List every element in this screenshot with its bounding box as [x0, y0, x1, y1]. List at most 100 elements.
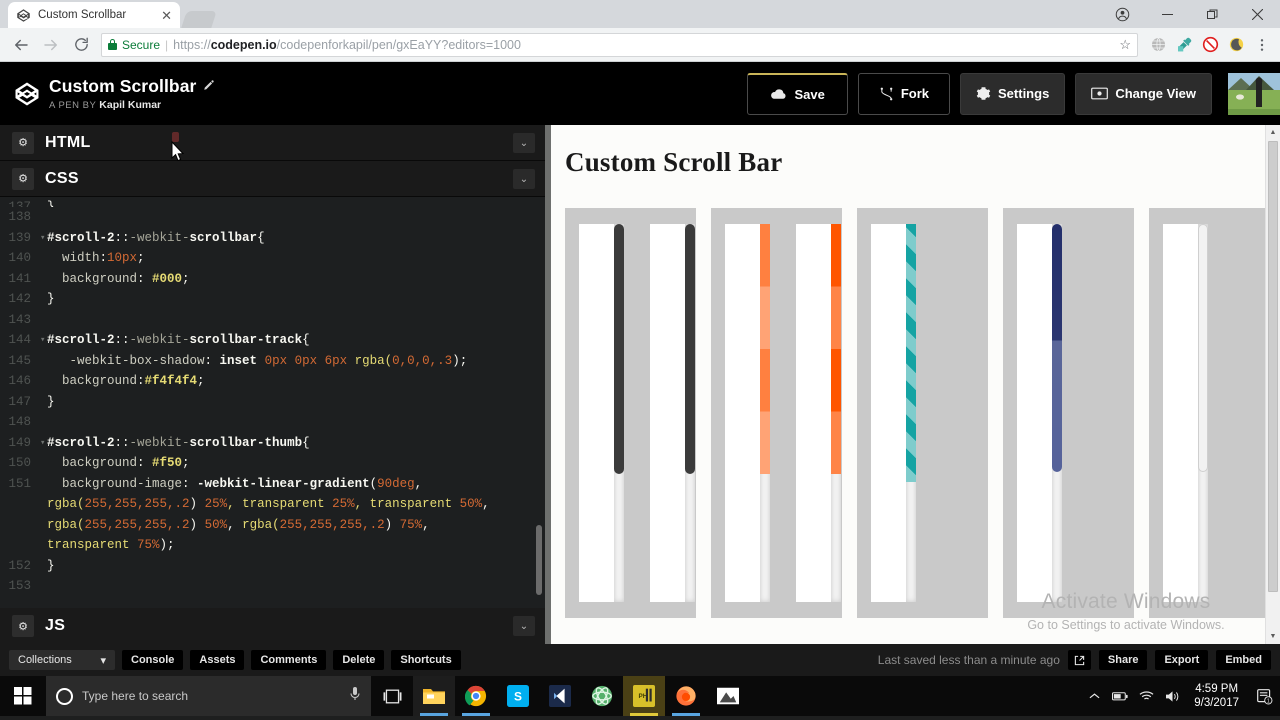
forward-icon[interactable]: [37, 31, 65, 59]
page-scrollbar[interactable]: ▲ ▼: [1265, 125, 1280, 644]
scrollbar-track[interactable]: [906, 224, 916, 602]
workspace: ⚙ HTML ⌄ ⚙ CSS ⌄ 137 } 138 139 ▾ #scroll…: [0, 125, 1280, 644]
profile-icon[interactable]: [1100, 0, 1145, 28]
lock-icon: [108, 39, 117, 50]
scroll-container[interactable]: [725, 224, 770, 602]
scrollbar-thumb[interactable]: [906, 224, 916, 482]
editor-scrollbar-thumb[interactable]: [536, 525, 542, 595]
delete-button[interactable]: Delete: [333, 650, 385, 670]
phpstorm-icon[interactable]: PH: [623, 676, 665, 716]
editor-column: ⚙ HTML ⌄ ⚙ CSS ⌄ 137 } 138 139 ▾ #scroll…: [0, 125, 545, 644]
new-tab-button[interactable]: [181, 11, 217, 28]
start-button[interactable]: [0, 676, 46, 716]
address-bar[interactable]: Secure | https://codepen.io/codepenforka…: [101, 32, 1138, 57]
scrollbar-track[interactable]: [760, 224, 770, 602]
microphone-icon[interactable]: [349, 686, 361, 707]
scrollbar-thumb[interactable]: [831, 224, 841, 474]
settings-button[interactable]: Settings: [960, 72, 1066, 115]
scrollbar-thumb[interactable]: [1198, 224, 1208, 472]
scrollbar-track[interactable]: [1052, 224, 1062, 602]
popout-icon[interactable]: [1067, 650, 1091, 670]
scrollbar-track[interactable]: [831, 224, 841, 602]
tab-close-icon[interactable]: ✕: [161, 9, 172, 22]
css-value: 10px: [107, 251, 138, 265]
adblock-icon[interactable]: [1199, 34, 1221, 56]
export-button[interactable]: Export: [1155, 650, 1209, 670]
js-editor-header[interactable]: ⚙ JS ⌄: [0, 608, 545, 644]
css-code-editor[interactable]: 137 } 138 139 ▾ #scroll-2::-webkit-scrol…: [0, 197, 545, 608]
save-button[interactable]: Save: [747, 72, 848, 115]
scroll-up-arrow-icon[interactable]: ▲: [1266, 125, 1280, 140]
bookmark-star-icon[interactable]: ☆: [1115, 37, 1131, 53]
shortcuts-button[interactable]: Shortcuts: [391, 650, 461, 670]
gear-icon[interactable]: ⚙: [12, 167, 34, 190]
chevron-down-icon[interactable]: ⌄: [513, 169, 535, 189]
chevron-down-icon[interactable]: ⌄: [513, 616, 535, 636]
editor-scrollbar[interactable]: [536, 197, 542, 608]
css-selector: #scroll-2: [47, 230, 115, 245]
scroll-down-arrow-icon[interactable]: ▼: [1266, 629, 1280, 644]
file-explorer-icon[interactable]: [413, 676, 455, 716]
scrollbar-thumb[interactable]: [760, 224, 770, 474]
menu-dots-icon[interactable]: [1251, 34, 1273, 56]
globe-icon[interactable]: [1147, 34, 1169, 56]
user-avatar[interactable]: [1228, 72, 1280, 115]
console-button[interactable]: Console: [122, 650, 184, 670]
scrollbar-track[interactable]: [685, 224, 695, 602]
scroll-container[interactable]: [650, 224, 695, 602]
fold-marker: [40, 556, 47, 577]
browser-tab[interactable]: Custom Scrollbar ✕: [8, 2, 180, 28]
scrollbar-track[interactable]: [1198, 224, 1208, 602]
pencil-icon[interactable]: [203, 79, 215, 94]
minimize-button[interactable]: [1145, 0, 1190, 28]
chrome-icon[interactable]: [455, 676, 497, 716]
gear-icon[interactable]: ⚙: [12, 615, 34, 637]
comments-button[interactable]: Comments: [251, 650, 327, 670]
active-indicator: [420, 713, 448, 716]
task-view-icon[interactable]: [371, 676, 413, 716]
change-view-button[interactable]: Change View: [1075, 72, 1212, 115]
assets-button[interactable]: Assets: [190, 650, 245, 670]
taskbar-clock[interactable]: 4:59 PM 9/3/2017: [1185, 682, 1248, 710]
reload-icon[interactable]: [67, 31, 95, 59]
scroll-container[interactable]: [871, 224, 916, 602]
scrollbar-track[interactable]: [614, 224, 624, 602]
css-editor-header[interactable]: ⚙ CSS ⌄: [0, 161, 545, 197]
scroll-container[interactable]: [1017, 224, 1062, 602]
colon: :: [182, 476, 198, 491]
collections-dropdown[interactable]: Collections ▾: [9, 650, 115, 670]
gear-icon[interactable]: ⚙: [12, 131, 34, 154]
chevron-down-icon[interactable]: ⌄: [513, 133, 535, 153]
embed-button[interactable]: Embed: [1216, 650, 1271, 670]
back-icon[interactable]: [7, 31, 35, 59]
share-button[interactable]: Share: [1098, 650, 1148, 670]
html-editor-header[interactable]: ⚙ HTML ⌄: [0, 125, 545, 162]
atom-icon[interactable]: [581, 676, 623, 716]
line-number: 143: [8, 312, 31, 327]
scroll-container[interactable]: [1163, 224, 1208, 602]
page-scrollbar-thumb[interactable]: [1268, 141, 1278, 592]
close-window-button[interactable]: [1235, 0, 1280, 28]
code-line: 144 ▾ #scroll-2::-webkit-scrollbar-track…: [0, 330, 545, 351]
visual-studio-code-icon[interactable]: [539, 676, 581, 716]
chevron-up-icon[interactable]: [1081, 676, 1107, 716]
wifi-icon[interactable]: [1133, 676, 1159, 716]
scroll-container[interactable]: [796, 224, 841, 602]
action-center-icon[interactable]: 1: [1248, 676, 1280, 716]
scroll-container[interactable]: [579, 224, 624, 602]
moon-icon[interactable]: [1225, 34, 1247, 56]
scrollbar-thumb[interactable]: [614, 224, 624, 474]
firefox-icon[interactable]: [665, 676, 707, 716]
scrollbar-thumb[interactable]: [685, 224, 695, 474]
volume-icon[interactable]: [1159, 676, 1185, 716]
skype-icon[interactable]: S: [497, 676, 539, 716]
fork-button[interactable]: Fork: [857, 72, 951, 115]
line-number: 152: [8, 558, 31, 573]
photos-icon[interactable]: [707, 676, 749, 716]
battery-icon[interactable]: [1107, 676, 1133, 716]
eyedropper-icon[interactable]: [1173, 34, 1195, 56]
search-input[interactable]: Type here to search: [46, 676, 371, 716]
maximize-button[interactable]: [1190, 0, 1235, 28]
scrollbar-thumb[interactable]: [1052, 224, 1062, 472]
